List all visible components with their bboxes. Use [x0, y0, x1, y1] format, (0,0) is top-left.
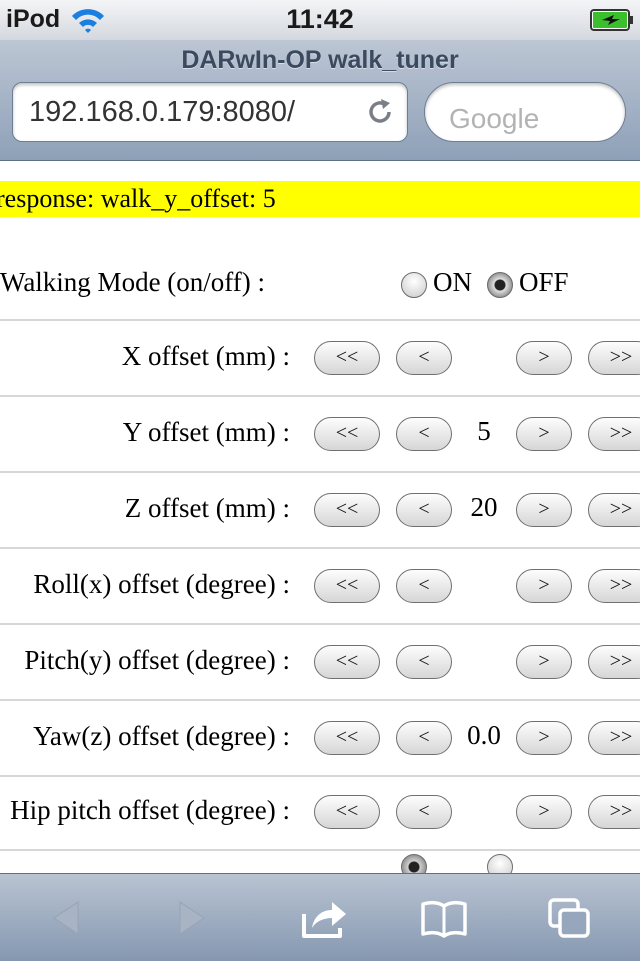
increase-large-button[interactable]: >>: [588, 569, 640, 603]
decrease-button[interactable]: <: [396, 721, 452, 755]
param-row-z-offset: Z offset (mm) : << < 20 > >>: [0, 473, 640, 549]
increase-button[interactable]: >: [516, 569, 572, 603]
battery-icon: [590, 9, 633, 31]
decrease-large-button[interactable]: <<: [314, 341, 380, 375]
increase-button[interactable]: >: [516, 417, 572, 451]
param-label: Pitch(y) offset (degree) :: [24, 645, 290, 675]
param-value: 0.0: [467, 720, 501, 750]
param-value: 5: [477, 416, 491, 446]
decrease-button[interactable]: <: [396, 493, 452, 527]
param-label: Hip pitch offset (degree) :: [10, 795, 290, 825]
decrease-button[interactable]: <: [396, 341, 452, 375]
increase-large-button[interactable]: >>: [588, 417, 640, 451]
increase-button[interactable]: >: [516, 341, 572, 375]
walking-mode-label: Walking Mode (on/off) :: [0, 267, 266, 297]
decrease-large-button[interactable]: <<: [314, 493, 380, 527]
partial-radio[interactable]: [487, 854, 513, 873]
walking-mode-on-radio[interactable]: [401, 272, 427, 298]
param-label: Z offset (mm) :: [124, 493, 290, 523]
increase-large-button[interactable]: >>: [588, 721, 640, 755]
search-input[interactable]: [424, 82, 626, 142]
walking-mode-row: Walking Mode (on/off) : ON OFF: [0, 249, 640, 321]
param-row-roll-offset: Roll(x) offset (degree) : << < > >>: [0, 549, 640, 625]
walking-mode-on-label[interactable]: ON: [433, 267, 472, 298]
partial-row: [0, 849, 640, 873]
param-row-x-offset: X offset (mm) : << < > >>: [0, 321, 640, 397]
share-icon[interactable]: [300, 894, 348, 942]
decrease-large-button[interactable]: <<: [314, 417, 380, 451]
param-row-hip-pitch-offset: Hip pitch offset (degree) : << < > >>: [0, 775, 640, 851]
increase-large-button[interactable]: >>: [588, 645, 640, 679]
param-row-y-offset: Y offset (mm) : << < 5 > >>: [0, 397, 640, 473]
walking-mode-off-radio[interactable]: [487, 272, 513, 298]
bookmarks-icon[interactable]: [420, 894, 468, 942]
partial-radio[interactable]: [401, 854, 427, 873]
increase-large-button[interactable]: >>: [588, 493, 640, 527]
decrease-button[interactable]: <: [396, 569, 452, 603]
param-label: Y offset (mm) :: [122, 417, 290, 447]
increase-large-button[interactable]: >>: [588, 795, 640, 829]
back-icon[interactable]: [42, 894, 90, 942]
url-text[interactable]: 192.168.0.179:8080/: [29, 96, 295, 129]
walking-mode-off-label[interactable]: OFF: [519, 267, 569, 298]
decrease-button[interactable]: <: [396, 795, 452, 829]
increase-button[interactable]: >: [516, 493, 572, 527]
reload-icon[interactable]: [365, 97, 395, 127]
decrease-large-button[interactable]: <<: [314, 721, 380, 755]
param-label: Roll(x) offset (degree) :: [33, 569, 290, 599]
response-text: response: walk_y_offset: 5: [0, 184, 276, 213]
increase-button[interactable]: >: [516, 645, 572, 679]
response-banner: response: walk_y_offset: 5: [0, 181, 640, 217]
increase-button[interactable]: >: [516, 721, 572, 755]
url-field[interactable]: 192.168.0.179:8080/: [12, 82, 408, 142]
param-label: Yaw(z) offset (degree) :: [33, 721, 290, 751]
browser-chrome: DARwIn-OP walk_tuner 192.168.0.179:8080/: [0, 40, 640, 161]
decrease-button[interactable]: <: [396, 645, 452, 679]
status-bar: iPod 11:42: [0, 0, 640, 40]
param-row-yaw-offset: Yaw(z) offset (degree) : << < 0.0 > >>: [0, 701, 640, 777]
param-value: 20: [470, 492, 498, 522]
decrease-large-button[interactable]: <<: [314, 569, 380, 603]
page-title: DARwIn-OP walk_tuner: [181, 46, 459, 74]
decrease-button[interactable]: <: [396, 417, 452, 451]
forward-icon[interactable]: [168, 894, 216, 942]
increase-button[interactable]: >: [516, 795, 572, 829]
param-label: X offset (mm) :: [121, 341, 290, 371]
param-row-pitch-offset: Pitch(y) offset (degree) : << < > >>: [0, 625, 640, 701]
decrease-large-button[interactable]: <<: [314, 645, 380, 679]
clock: 11:42: [286, 4, 354, 34]
page-content: response: walk_y_offset: 5 Walking Mode …: [0, 161, 640, 873]
decrease-large-button[interactable]: <<: [314, 795, 380, 829]
tabs-icon[interactable]: [546, 894, 594, 942]
browser-toolbar: [0, 873, 640, 961]
increase-large-button[interactable]: >>: [588, 341, 640, 375]
